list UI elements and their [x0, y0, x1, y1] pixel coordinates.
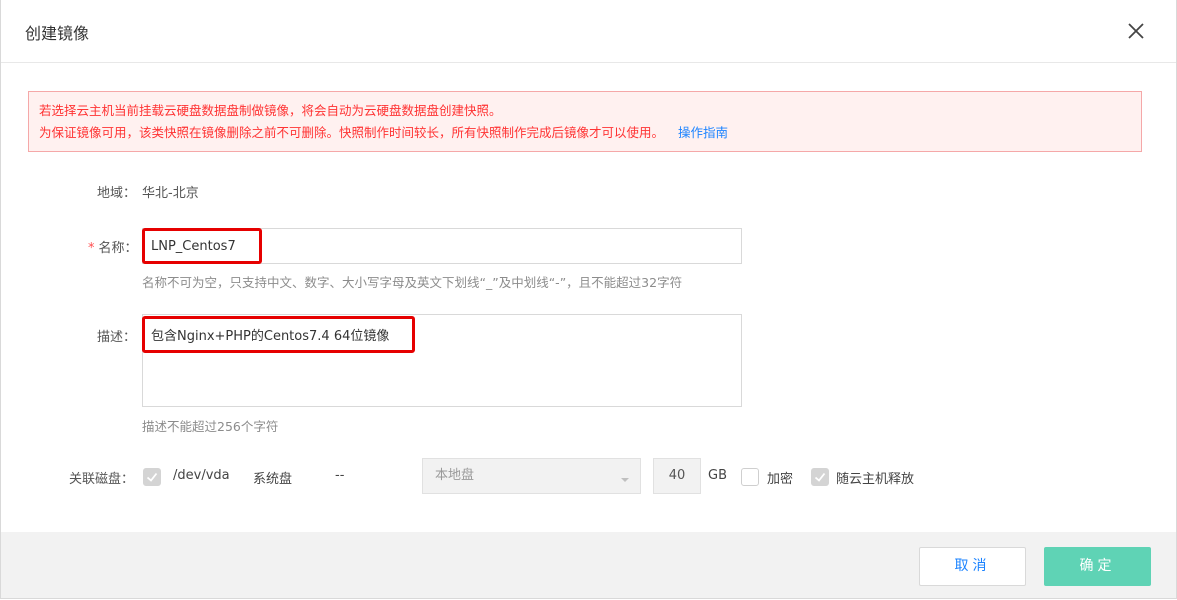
release-with-instance-checkbox[interactable]	[811, 468, 829, 486]
create-image-dialog: 创建镜像 若选择云主机当前挂载云硬盘数据盘制做镜像，将会自动为云硬盘数据盘创建快…	[0, 0, 1177, 599]
alert-line-2-text: 为保证镜像可用，该类快照在镜像删除之前不可删除。快照制作时间较长，所有快照制作完…	[39, 125, 665, 140]
dialog-title: 创建镜像	[25, 24, 90, 43]
disk-type: 系统盘	[253, 472, 293, 487]
disk-label: 关联磁盘：	[69, 472, 135, 487]
disk-select-checkbox[interactable]	[143, 468, 161, 486]
alert-line-2: 为保证镜像可用，该类快照在镜像删除之前不可删除。快照制作时间较长，所有快照制作完…	[39, 122, 1131, 144]
close-icon[interactable]	[1125, 20, 1147, 42]
chevron-down-icon	[621, 473, 629, 482]
region-value: 华北-北京	[142, 186, 199, 201]
name-label-text: 名称：	[98, 241, 138, 256]
cancel-button[interactable]: 取消	[919, 547, 1026, 586]
region-label: 地域：	[97, 186, 137, 201]
disk-size-unit: GB	[708, 468, 727, 483]
description-label: 描述：	[97, 330, 137, 345]
disk-size-field: 40	[653, 458, 701, 494]
required-mark: *	[88, 241, 95, 256]
warning-alert: 若选择云主机当前挂载云硬盘数据盘制做镜像，将会自动为云硬盘数据盘创建快照。 为保…	[28, 91, 1142, 152]
encrypt-label: 加密	[767, 472, 794, 487]
storage-select[interactable]: 本地盘	[422, 458, 641, 494]
name-input[interactable]	[142, 228, 742, 264]
encrypt-checkbox[interactable]	[741, 468, 759, 486]
confirm-button[interactable]: 确定	[1044, 547, 1151, 586]
name-label: * 名称：	[88, 237, 138, 256]
checkmark-icon	[814, 472, 826, 482]
alert-line-1: 若选择云主机当前挂载云硬盘数据盘制做镜像，将会自动为云硬盘数据盘创建快照。	[39, 103, 502, 118]
checkmark-icon	[146, 472, 158, 482]
name-hint: 名称不可为空，只支持中文、数字、大小写字母及英文下划线“_”及中划线“-”，且不…	[142, 275, 683, 290]
disk-device: /dev/vda	[173, 468, 230, 483]
dialog-header: 创建镜像	[1, 0, 1176, 63]
operation-guide-link[interactable]: 操作指南	[678, 125, 728, 140]
description-hint: 描述不能超过256个字符	[142, 419, 279, 434]
description-textarea[interactable]: 包含Nginx+PHP的Centos7.4 64位镜像	[142, 314, 742, 407]
release-with-instance-label: 随云主机释放	[836, 472, 915, 487]
disk-separator: --	[335, 468, 345, 483]
